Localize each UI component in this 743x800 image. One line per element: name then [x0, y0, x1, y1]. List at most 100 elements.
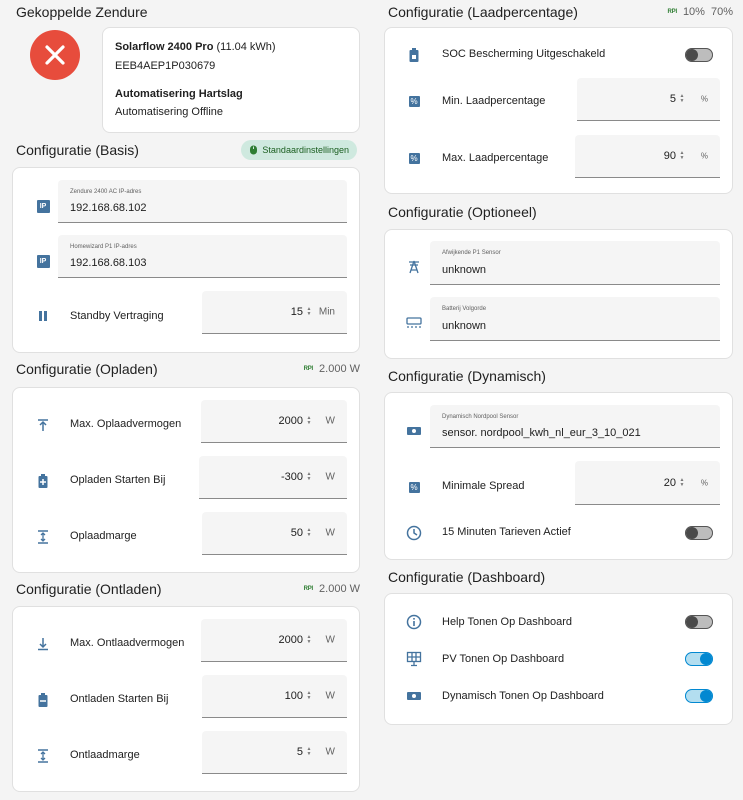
- max-oplaad-value: 2000: [278, 415, 303, 427]
- opladen-power: RPI 2.000 W: [304, 363, 360, 375]
- percent-icon: %: [408, 152, 420, 164]
- laad-card: SOC Bescherming Uitgeschakeld % Min. Laa…: [384, 27, 733, 194]
- default-settings-label: Standaardinstellingen: [262, 145, 349, 155]
- close-icon: [45, 45, 65, 65]
- device-name: Solarflow 2400 Pro: [115, 41, 214, 53]
- solar-panel-icon: [405, 650, 423, 668]
- opladen-start-field[interactable]: -300 ▲ ▼ W: [199, 456, 347, 499]
- coupled-section-header: Gekoppelde Zendure: [16, 2, 360, 22]
- dashboard-section-header: Configuratie (Dashboard): [388, 567, 733, 587]
- standby-field[interactable]: 15 ▲ ▼ Min: [202, 291, 347, 334]
- percent-icon: %: [408, 481, 420, 493]
- automation-title: Automatisering Hartslag: [115, 88, 243, 100]
- max-laad-unit: %: [700, 151, 708, 161]
- spinner-icon[interactable]: ▲ ▼: [305, 471, 313, 483]
- device-capacity: (11.04 kWh): [216, 41, 276, 53]
- min-laad-unit: %: [700, 94, 708, 104]
- nordpool-sensor-value: sensor. nordpool_kwh_nl_eur_3_10_021: [442, 427, 641, 439]
- soc-toggle[interactable]: [685, 48, 713, 62]
- dyn-dashboard-label: Dynamisch Tonen Op Dashboard: [442, 690, 604, 702]
- zendure-ip-field[interactable]: Zendure 2400 AC IP-adres 192.168.68.102: [58, 180, 347, 223]
- oplaadmarge-unit: W: [325, 527, 335, 539]
- max-laad-label: Max. Laadpercentage: [442, 152, 549, 164]
- laad-range: RPI 10% 70%: [668, 6, 733, 18]
- battery-order-label: Batterij Volgorde: [442, 306, 487, 312]
- percent-icon: %: [408, 95, 420, 107]
- laad-max-pct: 70%: [710, 6, 733, 18]
- ontladen-start-value: 100: [284, 690, 303, 702]
- default-settings-chip[interactable]: Standaardinstellingen: [241, 140, 357, 160]
- arrow-up-bar-icon: [34, 416, 52, 434]
- min-laad-value: 5: [669, 93, 676, 105]
- pv-label: PV Tonen Op Dashboard: [442, 653, 565, 665]
- spread-field[interactable]: 20 ▲ ▼ %: [575, 461, 720, 505]
- homewizard-ip-field[interactable]: Homewizard P1 IP-adres 192.168.68.103: [58, 235, 347, 278]
- ontlaadmarge-unit: W: [325, 746, 335, 758]
- standby-label: Standby Vertraging: [70, 310, 164, 322]
- battery-plus-icon: [34, 472, 52, 490]
- help-toggle[interactable]: [685, 615, 713, 629]
- spinner-icon[interactable]: ▲ ▼: [305, 306, 313, 318]
- spinner-icon[interactable]: ▲ ▼: [305, 746, 313, 758]
- ip-icon: IP: [34, 197, 52, 215]
- max-ontlaad-label: Max. Ontlaadvermogen: [70, 637, 185, 649]
- max-oplaad-label: Max. Oplaadvermogen: [70, 418, 182, 430]
- spinner-icon[interactable]: ▲ ▼: [305, 634, 313, 646]
- nordpool-sensor-field[interactable]: Dynamisch Nordpool Sensor sensor. nordpo…: [430, 405, 720, 448]
- pv-toggle[interactable]: [685, 652, 713, 666]
- ontlaadmarge-field[interactable]: 5 ▲ ▼ W: [202, 731, 347, 774]
- laad-title: Configuratie (Laadpercentage): [388, 4, 578, 20]
- status-error-icon: [30, 30, 80, 80]
- dynamisch-card: Dynamisch Nordpool Sensor sensor. nordpo…: [384, 392, 733, 560]
- spinner-icon[interactable]: ▲ ▼: [678, 150, 686, 162]
- coupled-card: Solarflow 2400 Pro (11.04 kWh) EEB4AEP1P…: [102, 27, 360, 133]
- optioneel-title: Configuratie (Optioneel): [388, 204, 537, 220]
- optioneel-card: Afwijkende P1 Sensor unknown Batterij Vo…: [384, 229, 733, 359]
- device-serial: EEB4AEP1P030679: [115, 60, 216, 72]
- ontladen-title: Configuratie (Ontladen): [16, 581, 162, 597]
- dashboard-card: Help Tonen Op Dashboard PV Tonen Op Dash…: [384, 593, 733, 725]
- help-label: Help Tonen Op Dashboard: [442, 616, 573, 628]
- rpi-badge-icon: RPI: [303, 586, 314, 592]
- coupled-title: Gekoppelde Zendure: [16, 4, 148, 20]
- ontladen-card: Max. Ontlaadvermogen 2000 ▲ ▼ W Ontladen …: [12, 606, 360, 792]
- max-oplaad-field[interactable]: 2000 ▲ ▼ W: [201, 400, 347, 443]
- spinner-icon[interactable]: ▲ ▼: [678, 93, 686, 105]
- spinner-icon[interactable]: ▲ ▼: [678, 477, 686, 489]
- oplaadmarge-field[interactable]: 50 ▲ ▼ W: [202, 512, 347, 555]
- p1-sensor-label: Afwijkende P1 Sensor: [442, 250, 501, 256]
- dyn-dashboard-toggle[interactable]: [685, 689, 713, 703]
- standby-unit: Min: [318, 306, 335, 318]
- spinner-icon[interactable]: ▲ ▼: [305, 690, 313, 702]
- ontladen-start-label: Ontladen Starten Bij: [70, 693, 169, 705]
- spread-value: 20: [663, 476, 676, 489]
- dynamisch-section-header: Configuratie (Dynamisch): [388, 366, 733, 386]
- nordpool-sensor-label: Dynamisch Nordpool Sensor: [442, 414, 519, 420]
- spinner-icon[interactable]: ▲ ▼: [305, 415, 313, 427]
- spinner-icon[interactable]: ▲ ▼: [305, 527, 313, 539]
- basis-title: Configuratie (Basis): [16, 142, 139, 158]
- rpi-badge-icon: RPI: [667, 9, 678, 15]
- tarief-toggle[interactable]: [685, 526, 713, 540]
- oplaadmarge-value: 50: [290, 527, 303, 539]
- max-laad-field[interactable]: 90 ▲ ▼ %: [575, 135, 720, 178]
- p1-sensor-value: unknown: [442, 264, 487, 276]
- cash-icon: [405, 422, 423, 440]
- homewizard-ip-label: Homewizard P1 IP-adres: [70, 244, 137, 250]
- margin-icon: [34, 528, 52, 546]
- spread-unit: %: [700, 478, 708, 487]
- opladen-power-value: 2.000 W: [319, 363, 360, 375]
- min-laad-field[interactable]: 5 ▲ ▼ %: [577, 78, 720, 121]
- battery-order-value: unknown: [442, 320, 487, 332]
- ontladen-power: RPI 2.000 W: [304, 583, 360, 595]
- dashboard-title: Configuratie (Dashboard): [388, 569, 546, 585]
- max-ontlaad-field[interactable]: 2000 ▲ ▼ W: [201, 619, 347, 662]
- ontladen-start-field[interactable]: 100 ▲ ▼ W: [202, 675, 347, 718]
- laad-min-pct: 10%: [682, 6, 705, 18]
- spread-label: Minimale Spread: [442, 480, 525, 492]
- max-oplaad-unit: W: [325, 415, 335, 427]
- battery-order-field[interactable]: Batterij Volgorde unknown: [430, 297, 720, 341]
- p1-sensor-field[interactable]: Afwijkende P1 Sensor unknown: [430, 241, 720, 285]
- margin-icon: [34, 747, 52, 765]
- device-line: Solarflow 2400 Pro (11.04 kWh): [115, 41, 276, 53]
